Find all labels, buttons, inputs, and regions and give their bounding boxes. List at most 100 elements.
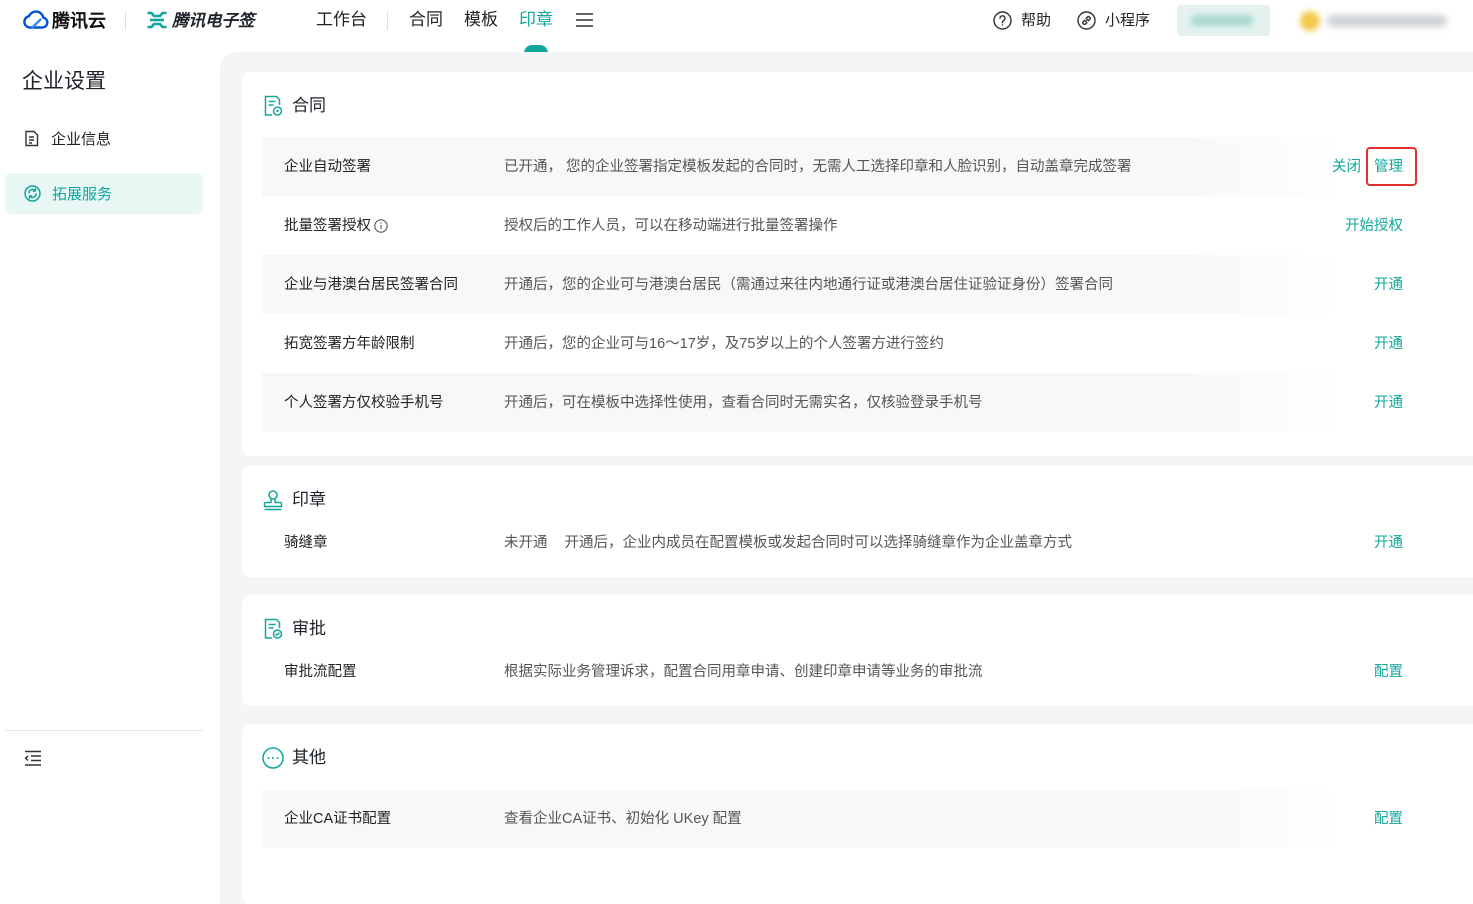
section-title: 合同 (292, 96, 326, 115)
service-description: 根据实际业务管理诉求，配置合同用章申请、创建印章申请等业务的审批流 (504, 664, 983, 680)
service-name: 企业与港澳台居民签署合同 (284, 276, 458, 293)
enable-service-link[interactable]: 开通 (1374, 275, 1403, 295)
nav-divider (387, 12, 388, 30)
section-header: 审批 (262, 617, 1473, 641)
extension-services-icon (24, 185, 41, 202)
stamp-icon (262, 489, 284, 511)
tencent-cloud-name: 腾讯云 (52, 11, 106, 31)
service-name: 个人签署方仅校验手机号 (284, 394, 444, 411)
help-button[interactable]: 帮助 (993, 8, 1053, 34)
sidebar-item-extension-services[interactable]: 拓展服务 (5, 173, 203, 214)
service-actions: 开通 (1374, 334, 1403, 354)
section-title: 审批 (292, 619, 326, 638)
more-icon (262, 747, 284, 769)
service-list: 审批流配置 根据实际业务管理诉求，配置合同用章申请、创建印章申请等业务的审批流 … (262, 650, 1453, 694)
service-row-phone-only-verification: 个人签署方仅校验手机号 开通后，可在模板中选择性使用，查看合同时无需实名，仅核验… (262, 373, 1453, 432)
enable-service-link[interactable]: 开通 (1374, 393, 1403, 413)
service-row-approval-flow: 审批流配置 根据实际业务管理诉求，配置合同用章申请、创建印章申请等业务的审批流 … (262, 650, 1453, 694)
service-row-batch-sign-authorization: 批量签署授权 授权后的工作人员，可以在移动端进行批量签署操作 开始授权 (262, 196, 1453, 255)
brand-divider (125, 12, 126, 30)
service-description: 授权后的工作人员，可以在移动端进行批量签署操作 (504, 217, 838, 234)
collapse-sidebar-icon[interactable] (24, 750, 42, 766)
sidebar-item-label: 企业信息 (51, 131, 112, 148)
service-name: 企业CA证书配置 (284, 811, 392, 827)
configure-link[interactable]: 配置 (1374, 809, 1403, 829)
enable-service-link[interactable]: 开通 (1374, 334, 1403, 354)
service-name: 骑缝章 (284, 535, 328, 551)
section-header: 合同 (262, 94, 1473, 118)
user-profile-menu[interactable] (1297, 6, 1457, 36)
service-actions: 开通 (1374, 275, 1403, 295)
blurred-content (1191, 15, 1253, 26)
service-actions: 开始授权 (1345, 216, 1403, 236)
service-name: 拓宽签署方年龄限制 (284, 335, 415, 352)
avatar (1300, 11, 1320, 31)
service-row-signer-age-limit: 拓宽签署方年龄限制 开通后，您的企业可与16～17岁，及75岁以上的个人签署方进… (262, 314, 1453, 373)
nav-seals[interactable]: 印章 (519, 10, 553, 30)
miniprogram-button[interactable]: 小程序 (1077, 8, 1153, 34)
service-name: 批量签署授权 (284, 217, 371, 234)
esign-logo[interactable]: 腾讯电子签 (144, 6, 256, 36)
service-description-wrap: 未开通 开通后，企业内成员在配置模板或发起合同时可以选择骑缝章作为企业盖章方式 (504, 533, 1374, 553)
service-actions: 开通 (1374, 533, 1403, 553)
service-row-ca-certificate: 企业CA证书配置 查看企业CA证书、初始化 UKey 配置 配置 (262, 790, 1453, 848)
service-description: 查看企业CA证书、初始化 UKey 配置 (504, 811, 742, 827)
manage-service-link[interactable]: 管理 (1366, 146, 1417, 186)
account-tag[interactable] (1177, 5, 1270, 36)
service-name: 审批流配置 (284, 664, 357, 680)
link-icon (1077, 11, 1096, 30)
service-row-hk-macao-taiwan-residents: 企业与港澳台居民签署合同 开通后，您的企业可与港澳台居民（需通过来往内地通行证或… (262, 255, 1453, 314)
service-name-wrap: 批量签署授权 (284, 216, 504, 236)
sidebar-title: 企业设置 (22, 70, 106, 93)
enable-service-link[interactable]: 开通 (1374, 533, 1403, 553)
esign-logo-icon (146, 11, 168, 29)
service-actions: 关闭 管理 (1332, 146, 1417, 186)
service-status: 未开通 (504, 535, 548, 551)
section-header: 印章 (262, 488, 1473, 512)
service-row-perforation-seal: 骑缝章 未开通 开通后，企业内成员在配置模板或发起合同时可以选择骑缝章作为企业盖章… (262, 521, 1453, 565)
sidebar-divider (5, 730, 203, 731)
blurred-content (1327, 15, 1447, 27)
service-description: 开通后，企业内成员在配置模板或发起合同时可以选择骑缝章作为企业盖章方式 (564, 535, 1073, 551)
menu-icon[interactable] (576, 13, 593, 27)
tencent-cloud-logo[interactable]: 腾讯云 (20, 6, 110, 36)
configure-link[interactable]: 配置 (1374, 662, 1403, 682)
info-icon[interactable] (374, 218, 388, 233)
main-content: 合同 企业自动签署 已开通， 您的企业签署指定模板发起的合同时，无需人工选择印章… (220, 52, 1473, 904)
service-name: 企业自动签署 (284, 158, 371, 175)
service-description: 开通后，您的企业可与港澳台居民（需通过来往内地通行证或港澳台居住证验证身份）签署… (504, 276, 1113, 293)
service-list: 企业CA证书配置 查看企业CA证书、初始化 UKey 配置 配置 (262, 790, 1453, 848)
section-title: 其他 (292, 748, 326, 767)
help-label: 帮助 (1021, 12, 1052, 29)
service-description: 开通后，可在模板中选择性使用，查看合同时无需实名，仅核验登录手机号 (504, 394, 983, 411)
section-approval: 审批 审批流配置 根据实际业务管理诉求，配置合同用章申请、创建印章申请等业务的审… (242, 595, 1473, 706)
section-contract: 合同 企业自动签署 已开通， 您的企业签署指定模板发起的合同时，无需人工选择印章… (242, 72, 1473, 456)
sidebar-item-company-info[interactable]: 企业信息 (5, 118, 203, 159)
start-authorization-link[interactable]: 开始授权 (1345, 216, 1403, 236)
section-seal: 印章 骑缝章 未开通 开通后，企业内成员在配置模板或发起合同时可以选择骑缝章作为企… (242, 466, 1473, 577)
section-header: 其他 (262, 746, 1473, 770)
nav-workbench[interactable]: 工作台 (316, 10, 367, 30)
section-title: 印章 (292, 490, 326, 509)
sidebar: 企业设置 企业信息 拓展服务 (0, 42, 220, 904)
document-icon (24, 130, 40, 147)
help-circle-icon (993, 11, 1012, 30)
service-description: 已开通， 您的企业签署指定模板发起的合同时，无需人工选择印章和人脸识别，自动盖章… (504, 158, 1132, 175)
service-actions: 配置 (1374, 662, 1403, 682)
service-list: 骑缝章 未开通 开通后，企业内成员在配置模板或发起合同时可以选择骑缝章作为企业盖章… (262, 521, 1453, 565)
top-navigation-bar: 腾讯云 腾讯电子签 工作台 合同 模板 印章 帮助 小程序 (0, 0, 1473, 53)
service-row-auto-sign: 企业自动签署 已开通， 您的企业签署指定模板发起的合同时，无需人工选择印章和人脸… (262, 137, 1453, 196)
disable-service-link[interactable]: 关闭 (1332, 157, 1361, 177)
service-actions: 开通 (1374, 393, 1403, 413)
approval-icon (262, 618, 284, 640)
service-actions: 配置 (1374, 809, 1403, 829)
contract-icon (262, 95, 284, 117)
nav-templates[interactable]: 模板 (464, 10, 498, 30)
sidebar-item-label: 拓展服务 (52, 186, 113, 203)
section-other: 其他 企业CA证书配置 查看企业CA证书、初始化 UKey 配置 配置 (242, 724, 1473, 904)
service-list: 企业自动签署 已开通， 您的企业签署指定模板发起的合同时，无需人工选择印章和人脸… (262, 137, 1453, 432)
tencent-cloud-icon (22, 10, 50, 30)
service-description: 开通后，您的企业可与16～17岁，及75岁以上的个人签署方进行签约 (504, 335, 944, 352)
nav-contracts[interactable]: 合同 (409, 10, 443, 30)
esign-product-name: 腾讯电子签 (172, 12, 255, 30)
